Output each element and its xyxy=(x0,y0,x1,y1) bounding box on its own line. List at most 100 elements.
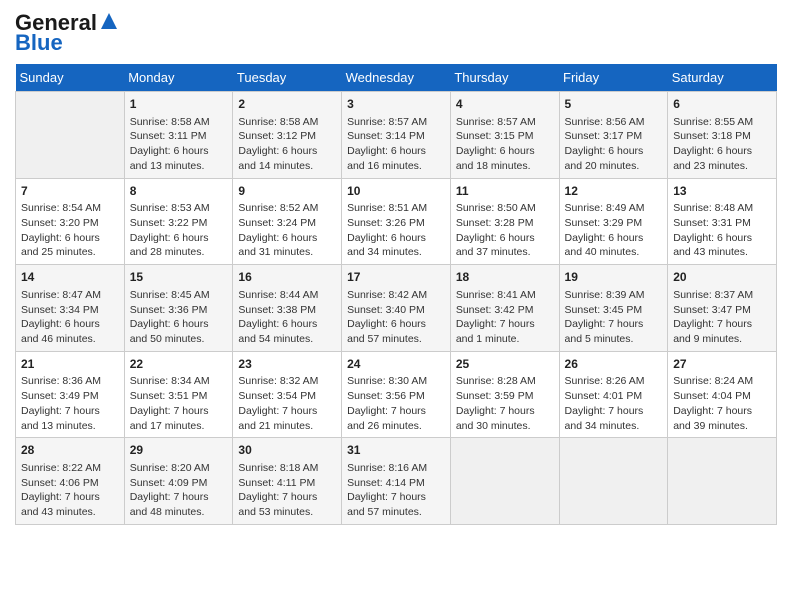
day-number: 27 xyxy=(673,356,771,373)
day-info: Sunrise: 8:55 AMSunset: 3:18 PMDaylight:… xyxy=(673,115,771,174)
day-info: Sunrise: 8:58 AMSunset: 3:12 PMDaylight:… xyxy=(238,115,336,174)
day-number: 4 xyxy=(456,96,554,113)
calendar-day-8: 8Sunrise: 8:53 AMSunset: 3:22 PMDaylight… xyxy=(124,178,233,265)
calendar-day-7: 7Sunrise: 8:54 AMSunset: 3:20 PMDaylight… xyxy=(16,178,125,265)
day-info: Sunrise: 8:26 AMSunset: 4:01 PMDaylight:… xyxy=(565,374,663,433)
day-info: Sunrise: 8:24 AMSunset: 4:04 PMDaylight:… xyxy=(673,374,771,433)
day-info: Sunrise: 8:41 AMSunset: 3:42 PMDaylight:… xyxy=(456,288,554,347)
day-info: Sunrise: 8:18 AMSunset: 4:11 PMDaylight:… xyxy=(238,461,336,520)
day-info: Sunrise: 8:53 AMSunset: 3:22 PMDaylight:… xyxy=(130,201,228,260)
calendar-day-14: 14 Sunrise: 8:47 AMSunset: 3:34 PMDayligh… xyxy=(16,265,125,352)
weekday-header-monday: Monday xyxy=(124,64,233,92)
day-info: Sunrise: 8:30 AMSunset: 3:56 PMDaylight:… xyxy=(347,374,445,433)
day-info: Sunrise: 8:51 AMSunset: 3:26 PMDaylight:… xyxy=(347,201,445,260)
calendar-day-21: 21Sunrise: 8:36 AMSunset: 3:49 PMDayligh… xyxy=(16,351,125,438)
day-info: Sunrise: 8:36 AMSunset: 3:49 PMDaylight:… xyxy=(21,374,119,433)
day-info: Sunrise: 8:22 AMSunset: 4:06 PMDaylight:… xyxy=(21,461,119,520)
day-number: 14 xyxy=(21,269,119,286)
day-number: 12 xyxy=(565,183,663,200)
calendar-day-28: 28 Sunrise: 8:22 AMSunset: 4:06 PMDayligh… xyxy=(16,438,125,525)
logo: General Blue xyxy=(15,10,119,56)
day-info: Sunrise: 8:52 AMSunset: 3:24 PMDaylight:… xyxy=(238,201,336,260)
day-number: 3 xyxy=(347,96,445,113)
day-info: Sunrise: 8:50 AMSunset: 3:28 PMDaylight:… xyxy=(456,201,554,260)
day-number: 17 xyxy=(347,269,445,286)
calendar-day-30: 30 Sunrise: 8:18 AMSunset: 4:11 PMDayligh… xyxy=(233,438,342,525)
calendar-day-18: 18 Sunrise: 8:41 AMSunset: 3:42 PMDayligh… xyxy=(450,265,559,352)
day-info: Sunrise: 8:28 AMSunset: 3:59 PMDaylight:… xyxy=(456,374,554,433)
calendar-day-9: 9Sunrise: 8:52 AMSunset: 3:24 PMDaylight… xyxy=(233,178,342,265)
calendar-week-row: 21Sunrise: 8:36 AMSunset: 3:49 PMDayligh… xyxy=(16,351,777,438)
weekday-header-friday: Friday xyxy=(559,64,668,92)
day-info: Sunrise: 8:48 AMSunset: 3:31 PMDaylight:… xyxy=(673,201,771,260)
day-number: 8 xyxy=(130,183,228,200)
calendar-week-row: 14 Sunrise: 8:47 AMSunset: 3:34 PMDayligh… xyxy=(16,265,777,352)
calendar-day-13: 13Sunrise: 8:48 AMSunset: 3:31 PMDayligh… xyxy=(668,178,777,265)
day-info: Sunrise: 8:47 AMSunset: 3:34 PMDaylight:… xyxy=(21,288,119,347)
day-number: 21 xyxy=(21,356,119,373)
day-number: 23 xyxy=(238,356,336,373)
calendar-day-31: 31 Sunrise: 8:16 AMSunset: 4:14 PMDayligh… xyxy=(342,438,451,525)
calendar-day-empty xyxy=(16,92,125,179)
day-info: Sunrise: 8:34 AMSunset: 3:51 PMDaylight:… xyxy=(130,374,228,433)
day-info: Sunrise: 8:45 AMSunset: 3:36 PMDaylight:… xyxy=(130,288,228,347)
calendar-header: SundayMondayTuesdayWednesdayThursdayFrid… xyxy=(16,64,777,92)
calendar-day-2: 2 Sunrise: 8:58 AMSunset: 3:12 PMDaylight… xyxy=(233,92,342,179)
day-info: Sunrise: 8:32 AMSunset: 3:54 PMDaylight:… xyxy=(238,374,336,433)
day-info: Sunrise: 8:42 AMSunset: 3:40 PMDaylight:… xyxy=(347,288,445,347)
day-number: 22 xyxy=(130,356,228,373)
day-number: 18 xyxy=(456,269,554,286)
day-info: Sunrise: 8:20 AMSunset: 4:09 PMDaylight:… xyxy=(130,461,228,520)
logo-arrow-icon xyxy=(99,11,119,36)
day-info: Sunrise: 8:16 AMSunset: 4:14 PMDaylight:… xyxy=(347,461,445,520)
day-number: 5 xyxy=(565,96,663,113)
day-number: 19 xyxy=(565,269,663,286)
weekday-header-wednesday: Wednesday xyxy=(342,64,451,92)
calendar-day-12: 12Sunrise: 8:49 AMSunset: 3:29 PMDayligh… xyxy=(559,178,668,265)
calendar-day-24: 24Sunrise: 8:30 AMSunset: 3:56 PMDayligh… xyxy=(342,351,451,438)
calendar-day-27: 27Sunrise: 8:24 AMSunset: 4:04 PMDayligh… xyxy=(668,351,777,438)
weekday-header-thursday: Thursday xyxy=(450,64,559,92)
day-number: 7 xyxy=(21,183,119,200)
calendar-day-19: 19 Sunrise: 8:39 AMSunset: 3:45 PMDayligh… xyxy=(559,265,668,352)
day-number: 28 xyxy=(21,442,119,459)
day-info: Sunrise: 8:37 AMSunset: 3:47 PMDaylight:… xyxy=(673,288,771,347)
day-number: 6 xyxy=(673,96,771,113)
day-number: 16 xyxy=(238,269,336,286)
day-info: Sunrise: 8:57 AMSunset: 3:14 PMDaylight:… xyxy=(347,115,445,174)
day-number: 2 xyxy=(238,96,336,113)
day-info: Sunrise: 8:39 AMSunset: 3:45 PMDaylight:… xyxy=(565,288,663,347)
calendar-day-17: 17 Sunrise: 8:42 AMSunset: 3:40 PMDayligh… xyxy=(342,265,451,352)
calendar-table: SundayMondayTuesdayWednesdayThursdayFrid… xyxy=(15,64,777,525)
day-info: Sunrise: 8:49 AMSunset: 3:29 PMDaylight:… xyxy=(565,201,663,260)
calendar-day-3: 3 Sunrise: 8:57 AMSunset: 3:14 PMDaylight… xyxy=(342,92,451,179)
weekday-header-sunday: Sunday xyxy=(16,64,125,92)
logo-blue-text: Blue xyxy=(15,30,63,56)
day-number: 20 xyxy=(673,269,771,286)
day-info: Sunrise: 8:56 AMSunset: 3:17 PMDaylight:… xyxy=(565,115,663,174)
day-number: 31 xyxy=(347,442,445,459)
day-number: 30 xyxy=(238,442,336,459)
day-number: 25 xyxy=(456,356,554,373)
calendar-day-1: 1Sunrise: 8:58 AMSunset: 3:11 PMDaylight… xyxy=(124,92,233,179)
calendar-day-29: 29Sunrise: 8:20 AMSunset: 4:09 PMDayligh… xyxy=(124,438,233,525)
page-header: General Blue xyxy=(15,10,777,56)
day-number: 10 xyxy=(347,183,445,200)
day-number: 26 xyxy=(565,356,663,373)
calendar-day-22: 22Sunrise: 8:34 AMSunset: 3:51 PMDayligh… xyxy=(124,351,233,438)
calendar-week-row: 7Sunrise: 8:54 AMSunset: 3:20 PMDaylight… xyxy=(16,178,777,265)
calendar-day-23: 23Sunrise: 8:32 AMSunset: 3:54 PMDayligh… xyxy=(233,351,342,438)
calendar-day-4: 4 Sunrise: 8:57 AMSunset: 3:15 PMDaylight… xyxy=(450,92,559,179)
day-info: Sunrise: 8:57 AMSunset: 3:15 PMDaylight:… xyxy=(456,115,554,174)
weekday-header-tuesday: Tuesday xyxy=(233,64,342,92)
calendar-day-16: 16Sunrise: 8:44 AMSunset: 3:38 PMDayligh… xyxy=(233,265,342,352)
calendar-day-25: 25Sunrise: 8:28 AMSunset: 3:59 PMDayligh… xyxy=(450,351,559,438)
calendar-day-11: 11Sunrise: 8:50 AMSunset: 3:28 PMDayligh… xyxy=(450,178,559,265)
calendar-day-26: 26Sunrise: 8:26 AMSunset: 4:01 PMDayligh… xyxy=(559,351,668,438)
calendar-day-15: 15Sunrise: 8:45 AMSunset: 3:36 PMDayligh… xyxy=(124,265,233,352)
day-number: 1 xyxy=(130,96,228,113)
day-number: 24 xyxy=(347,356,445,373)
calendar-day-empty xyxy=(559,438,668,525)
calendar-day-5: 5 Sunrise: 8:56 AMSunset: 3:17 PMDaylight… xyxy=(559,92,668,179)
weekday-header-saturday: Saturday xyxy=(668,64,777,92)
